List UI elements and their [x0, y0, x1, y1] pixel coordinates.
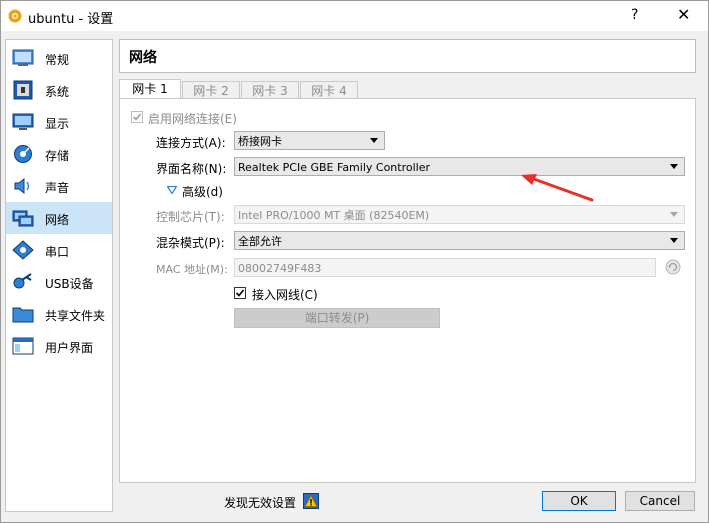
shared-folder-icon: [12, 307, 34, 323]
usb-icon: [13, 273, 32, 289]
sidebar-item-storage[interactable]: 存储: [6, 138, 112, 170]
promiscuous-mode-value: 全部允许: [238, 235, 282, 248]
sidebar-item-system[interactable]: 系统: [6, 74, 112, 106]
network-icon: [12, 210, 34, 227]
cancel-button[interactable]: Cancel: [625, 491, 695, 511]
enable-adapter-checkbox[interactable]: [131, 111, 143, 123]
sidebar-item-usb[interactable]: USB设备: [6, 266, 112, 298]
enable-adapter-label: 启用网络连接(E): [148, 112, 237, 126]
storage-icon: [14, 145, 32, 163]
cable-connected-label: 接入网线(C): [252, 288, 318, 302]
adapter-type-value: Intel PRO/1000 MT 桌面 (82540EM): [238, 209, 430, 222]
attached-to-select[interactable]: 桥接网卡: [234, 131, 385, 150]
sidebar-item-label: 串口: [45, 245, 70, 259]
mac-address-label: MAC 地址(M):: [156, 263, 228, 276]
help-button[interactable]: ?: [631, 7, 638, 23]
adapter-name-label: 界面名称(N):: [156, 162, 227, 176]
sidebar-item-audio[interactable]: 声音: [6, 170, 112, 202]
attached-to-label: 连接方式(A):: [156, 136, 226, 150]
sidebar-item-label: 系统: [45, 85, 70, 99]
adapter-type-label: 控制芯片(T):: [156, 210, 225, 224]
virtualbox-app-icon: [8, 9, 22, 23]
dropdown-arrow-icon: [670, 238, 678, 243]
general-icon: [12, 49, 34, 66]
sidebar-item-label: 声音: [45, 181, 70, 195]
sidebar-item-label: 网络: [45, 213, 70, 227]
advanced-expand-icon[interactable]: [167, 186, 177, 194]
mac-address-field[interactable]: 08002749F483: [234, 258, 656, 277]
serial-port-icon: [12, 240, 34, 260]
invalid-settings-label: 发现无效设置: [224, 496, 297, 510]
audio-icon: [14, 177, 30, 195]
adapter-panel: [119, 98, 696, 483]
warning-icon[interactable]: [303, 493, 319, 509]
attached-to-value: 桥接网卡: [238, 135, 282, 148]
sidebar-item-label: 显示: [45, 117, 70, 131]
settings-sidebar: 常规 系统 显示 存储 声音 网络 串口 USB设备 共享文件夹 用户界面: [5, 39, 113, 512]
close-button[interactable]: ✕: [677, 5, 690, 24]
page-header: 网络: [119, 39, 696, 73]
sidebar-item-display[interactable]: 显示: [6, 106, 112, 138]
system-icon: [13, 80, 33, 100]
dropdown-arrow-icon: [370, 138, 378, 143]
cable-connected-checkbox[interactable]: [234, 287, 246, 299]
sidebar-item-label: 常规: [45, 53, 70, 67]
advanced-toggle-label[interactable]: 高级(d): [182, 183, 223, 200]
sidebar-item-label: USB设备: [45, 277, 94, 291]
sidebar-item-network[interactable]: 网络: [6, 202, 112, 234]
display-icon: [12, 113, 34, 130]
sidebar-item-label: 存储: [45, 149, 70, 163]
user-interface-icon: [12, 337, 34, 355]
refresh-mac-icon[interactable]: [665, 259, 681, 275]
dropdown-arrow-icon: [670, 212, 678, 217]
promiscuous-mode-select[interactable]: 全部允许: [234, 231, 685, 250]
promiscuous-mode-label: 混杂模式(P):: [156, 236, 225, 250]
mac-address-value: 08002749F483: [238, 262, 322, 275]
adapter-name-select[interactable]: Realtek PCIe GBE Family Controller: [234, 157, 685, 176]
sidebar-item-user-interface[interactable]: 用户界面: [6, 330, 112, 362]
port-forwarding-button[interactable]: 端口转发(P): [234, 308, 440, 328]
checkmark-icon: [132, 113, 142, 121]
adapter-name-value: Realtek PCIe GBE Family Controller: [238, 161, 431, 174]
sidebar-item-serial-port[interactable]: 串口: [6, 234, 112, 266]
annotation-arrow-icon: [521, 174, 594, 202]
sidebar-item-label: 共享文件夹: [45, 309, 106, 323]
settings-window: ubuntu - 设置 ? ✕ 常规 系统 显示 存储 声音 网络 串口 USB…: [0, 0, 709, 523]
sidebar-item-shared-folders[interactable]: 共享文件夹: [6, 298, 112, 330]
sidebar-item-label: 用户界面: [45, 341, 94, 355]
title-bar: ubuntu - 设置 ? ✕: [1, 1, 708, 31]
dropdown-arrow-icon: [670, 164, 678, 169]
adapter-type-select[interactable]: Intel PRO/1000 MT 桌面 (82540EM): [234, 205, 685, 224]
ok-button[interactable]: OK: [542, 491, 616, 511]
page-title: 网络: [129, 50, 157, 66]
checkmark-icon: [235, 289, 245, 297]
sidebar-item-general[interactable]: 常规: [6, 42, 112, 74]
window-title: ubuntu - 设置: [28, 12, 114, 27]
